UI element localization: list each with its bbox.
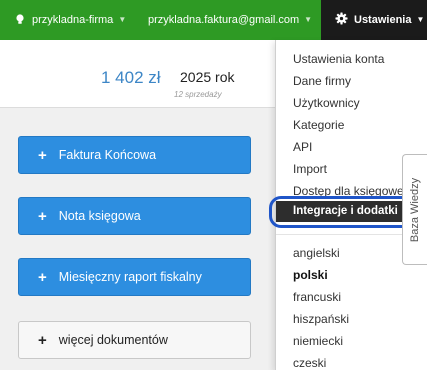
chevron-down-icon: ▼ — [304, 15, 313, 24]
top-navigation-bar: przykladna-firma ▼ przykladna.faktura@gma… — [0, 0, 427, 40]
menu-item-accountant-access[interactable]: Dostęp dla księgowej — [293, 181, 406, 201]
sales-amount[interactable]: 1 402 zł — [101, 68, 161, 88]
new-final-invoice-button[interactable]: + Faktura Końcowa — [18, 136, 251, 174]
sales-period: 2025 rok — [180, 69, 235, 85]
new-monthly-report-button[interactable]: + Miesięczny raport fiskalny — [18, 258, 251, 296]
plus-icon: + — [38, 207, 47, 225]
language-english[interactable]: angielski — [293, 243, 340, 263]
settings-dropdown[interactable]: Ustawienia ▼ — [321, 0, 427, 40]
button-label: Miesięczny raport fiskalny — [58, 270, 202, 284]
account-name: przykladna-firma — [32, 14, 114, 26]
account-dropdown[interactable]: przykladna-firma ▼ — [14, 0, 126, 40]
chevron-down-icon: ▼ — [118, 15, 127, 24]
more-documents-button[interactable]: + więcej dokumentów — [18, 321, 251, 359]
button-label: Nota księgowa — [58, 209, 141, 223]
menu-item-users[interactable]: Użytkownicy — [293, 93, 360, 113]
sales-count: 12 sprzedaży — [174, 90, 222, 99]
language-czech[interactable]: czeski — [293, 353, 326, 370]
email-dropdown[interactable]: przykladna.faktura@gmail.com ▼ — [148, 0, 312, 40]
menu-item-account-settings[interactable]: Ustawienia konta — [293, 49, 384, 69]
menu-item-api[interactable]: API — [293, 137, 312, 157]
language-spanish[interactable]: hiszpański — [293, 309, 349, 329]
menu-item-categories[interactable]: Kategorie — [293, 115, 344, 135]
user-email: przykladna.faktura@gmail.com — [148, 14, 300, 26]
knowledge-base-label: Baza Wiedzy — [409, 177, 421, 242]
menu-item-company-data[interactable]: Dane firmy — [293, 71, 351, 91]
knowledge-base-tab[interactable]: Baza Wiedzy — [402, 154, 427, 265]
plus-icon: + — [38, 331, 47, 349]
lightbulb-icon — [16, 14, 24, 24]
settings-label: Ustawienia — [354, 14, 412, 26]
menu-item-import[interactable]: Import — [293, 159, 327, 179]
language-polish-active[interactable]: polski — [293, 265, 328, 285]
button-label: Faktura Końcowa — [58, 148, 157, 162]
new-accounting-note-button[interactable]: + Nota księgowa — [18, 197, 251, 235]
language-french[interactable]: francuski — [293, 287, 341, 307]
gear-icon — [335, 12, 348, 25]
button-label: więcej dokumentów — [58, 333, 168, 347]
plus-icon: + — [38, 146, 47, 164]
chevron-down-icon: ▼ — [416, 15, 425, 24]
language-german[interactable]: niemiecki — [293, 331, 343, 351]
plus-icon: + — [38, 268, 47, 286]
